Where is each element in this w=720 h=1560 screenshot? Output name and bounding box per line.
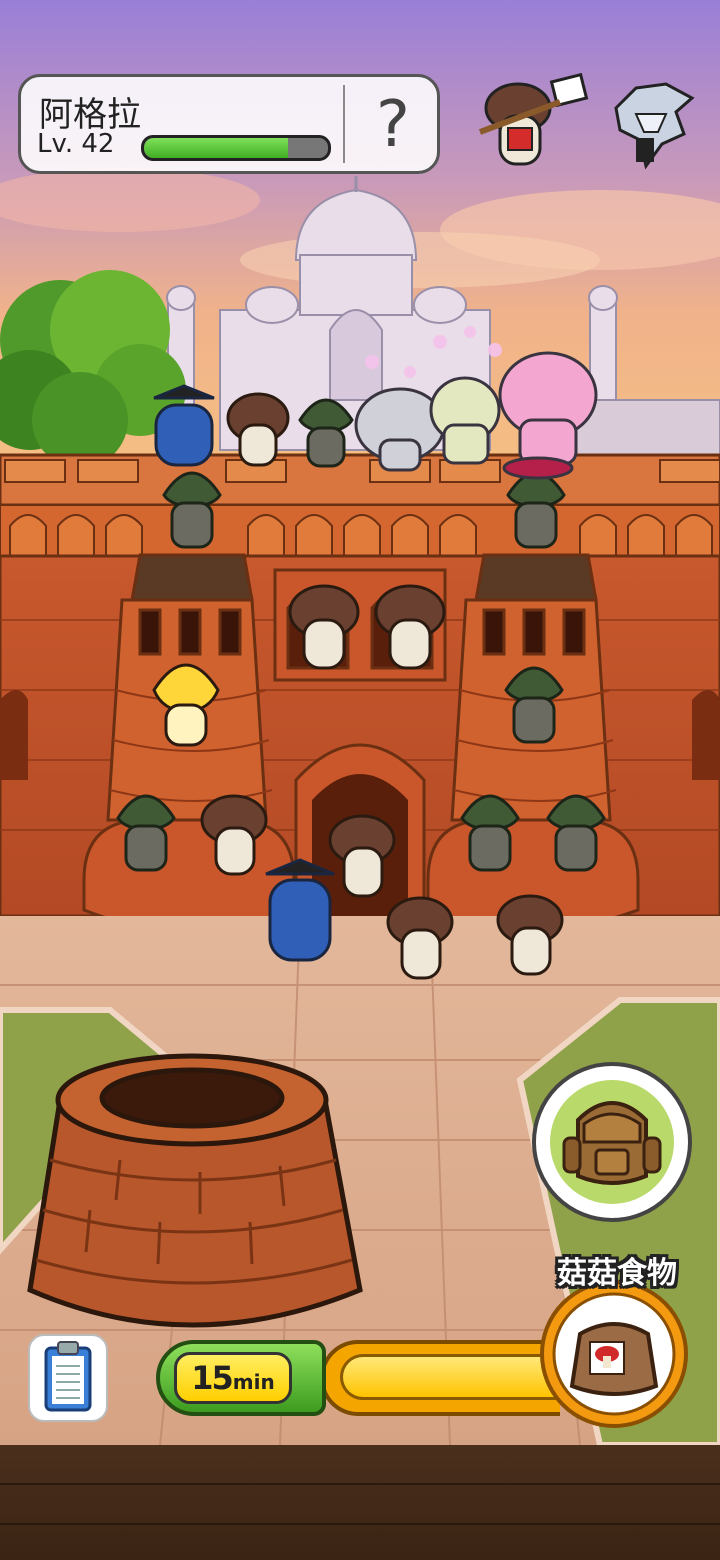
clipboard-icon: [44, 1341, 92, 1412]
timer-label: 15 min: [174, 1352, 292, 1404]
mushroom-food-bag-icon: [540, 1280, 688, 1428]
timer-unit: min: [232, 1370, 275, 1394]
timer-bottle: 15 min: [156, 1340, 326, 1416]
mail-mushroom-character-icon[interactable]: [470, 72, 590, 176]
timer-progress-tube: [320, 1340, 560, 1416]
mushroom-food-label: 菇菇食物: [557, 1256, 677, 1291]
bottom-ground-bar: [0, 1445, 720, 1560]
xp-progress-fill: [144, 138, 288, 158]
backpack-button[interactable]: [532, 1062, 692, 1222]
mushroom-food-button[interactable]: [530, 1280, 700, 1428]
xp-progress-bar: [141, 135, 331, 161]
timer-progress-fill: [340, 1354, 560, 1400]
help-button[interactable]: ?: [351, 81, 435, 169]
level-panel: 阿格拉 Lv. 42 ?: [18, 74, 440, 174]
question-icon: ?: [376, 88, 410, 162]
level-label: Lv. 42: [37, 129, 115, 159]
clipboard-button[interactable]: [28, 1334, 108, 1422]
game-scene: [0, 0, 720, 1445]
panel-divider: [343, 85, 345, 163]
timer-value: 15: [191, 1359, 234, 1397]
knight-character-icon[interactable]: [606, 74, 700, 174]
backpack-icon: [550, 1080, 674, 1204]
